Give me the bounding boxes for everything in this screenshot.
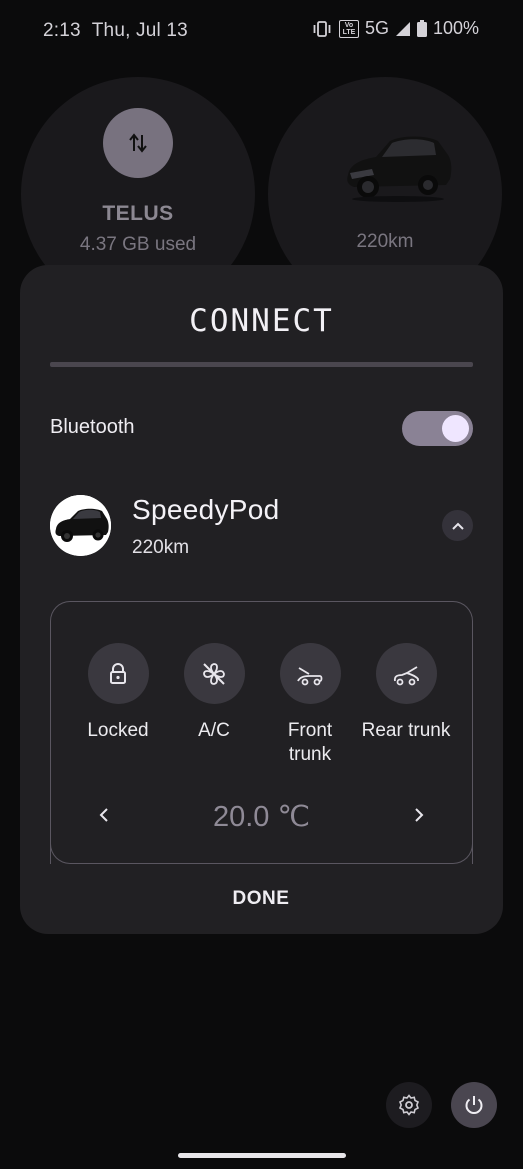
signal-icon [395, 21, 411, 37]
temperature-increase-button[interactable] [404, 800, 434, 830]
device-avatar [50, 495, 111, 556]
tile-title: TELUS [102, 202, 174, 225]
power-button[interactable] [451, 1082, 497, 1128]
front-trunk-button[interactable] [279, 643, 341, 704]
status-date: Thu, Jul 13 [91, 20, 188, 41]
status-bar: 2:13 Thu, Jul 13 Vo LTE 5G 100% [0, 0, 523, 62]
toggle-knob [442, 415, 469, 442]
battery-icon [416, 20, 427, 37]
dialog-divider [50, 362, 473, 367]
connect-dialog: CONNECT Bluetooth SpeedyPod 220km Locked… [20, 265, 503, 934]
control-label: Front trunk [287, 720, 333, 765]
vehicle-controls-card: Locked A/C Front trunk Rear trunk 20.0 ℃ [50, 601, 473, 864]
lock-button[interactable] [87, 643, 149, 704]
control-locked[interactable]: Locked [70, 643, 166, 743]
volte-icon: Vo LTE [338, 19, 359, 38]
status-time: 2:13 [43, 20, 81, 41]
front-trunk-icon [297, 666, 323, 685]
control-label: Rear trunk [361, 720, 451, 741]
status-icons: Vo LTE 5G 100% [311, 18, 479, 39]
status-time-date: 2:13 Thu, Jul 13 [43, 20, 188, 42]
fan-off-icon [203, 662, 225, 685]
bluetooth-label: Bluetooth [50, 416, 135, 438]
gear-icon [398, 1094, 420, 1116]
control-front-trunk[interactable]: Front trunk [262, 643, 358, 767]
collapse-button[interactable] [442, 510, 473, 541]
chevron-up-icon [451, 522, 464, 530]
done-button[interactable]: DONE [211, 884, 311, 914]
rear-trunk-button[interactable] [375, 643, 437, 704]
vibrate-icon [311, 20, 333, 37]
chevron-right-icon [415, 808, 424, 822]
control-rear-trunk[interactable]: Rear trunk [358, 643, 454, 743]
ac-button[interactable] [183, 643, 245, 704]
rear-trunk-icon [393, 665, 419, 685]
dialog-title: CONNECT [189, 303, 334, 339]
device-range: 220km [132, 537, 190, 558]
settings-button[interactable] [386, 1082, 432, 1128]
battery-percent: 100% [432, 18, 479, 38]
car-range: 220km [356, 231, 414, 252]
navigation-handle[interactable] [178, 1153, 346, 1158]
device-name: SpeedyPod [132, 494, 280, 525]
power-icon [465, 1096, 483, 1114]
bluetooth-toggle[interactable] [402, 411, 473, 446]
control-label: Locked [87, 720, 149, 741]
control-ac[interactable]: A/C [166, 643, 262, 743]
car-image [342, 129, 454, 207]
tile-subtitle: 4.37 GB used [79, 234, 197, 255]
lock-icon [110, 662, 126, 684]
control-label: A/C [198, 720, 230, 741]
network-type: 5G [364, 18, 389, 38]
data-transfer-icon [103, 108, 173, 178]
